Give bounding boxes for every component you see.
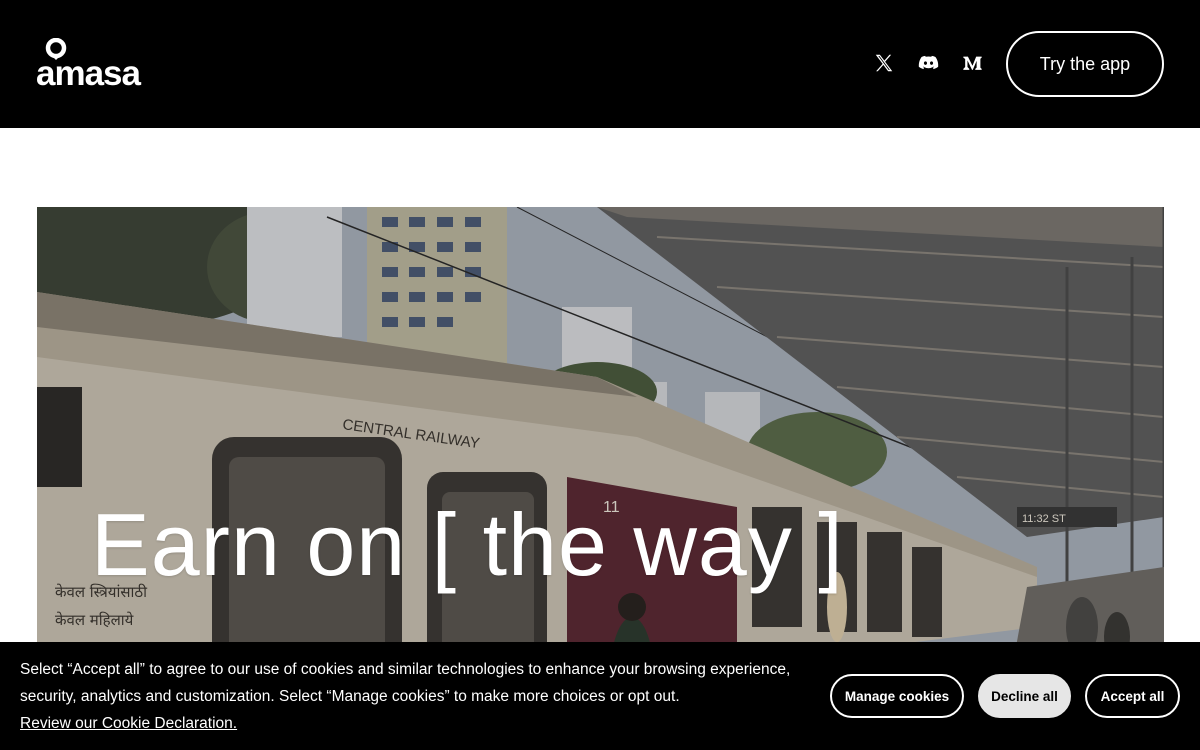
cookie-message-container: Select “Accept all” to agree to our use …: [20, 656, 820, 737]
try-the-app-button[interactable]: Try the app: [1006, 31, 1164, 97]
amasa-logo[interactable]: amasa: [36, 38, 152, 92]
hero-title: Earn on [ the way ]: [91, 495, 844, 594]
site-header: amasa Try the app: [0, 0, 1200, 128]
cookie-message: Select “Accept all” to agree to our use …: [20, 661, 791, 705]
cookie-declaration-link[interactable]: Review our Cookie Declaration.: [20, 715, 237, 732]
logo-wordmark: amasa: [36, 54, 141, 93]
decline-all-button[interactable]: Decline all: [978, 674, 1071, 718]
manage-cookies-button[interactable]: Manage cookies: [830, 674, 964, 718]
discord-icon[interactable]: [917, 52, 941, 76]
accept-all-button[interactable]: Accept all: [1085, 674, 1180, 718]
medium-icon[interactable]: [961, 52, 985, 76]
x-twitter-icon[interactable]: [873, 52, 897, 76]
cookie-banner: Select “Accept all” to agree to our use …: [0, 642, 1200, 750]
